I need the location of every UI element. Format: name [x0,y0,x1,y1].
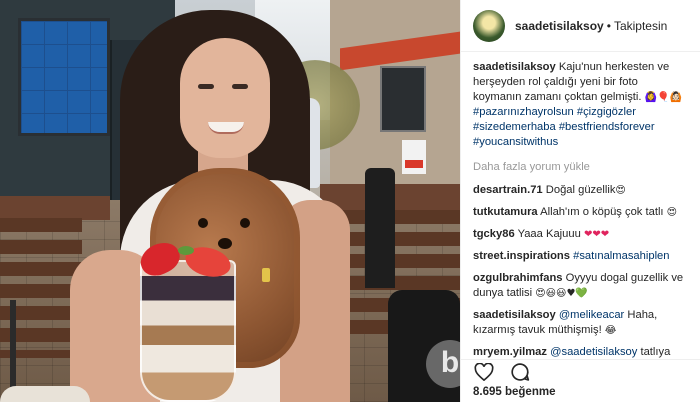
comment-emoji: 😍😃😃♥💚 [535,288,588,299]
comment: desartrain.71 Doğal güzellik😍 [473,183,688,198]
mint-leaf [178,246,194,255]
like-count[interactable]: 8.695 beğenme [461,383,700,402]
comment-username[interactable]: desartrain.71 [473,184,543,196]
comment-username[interactable]: mryem.yilmaz [473,346,547,358]
heart-icon[interactable] [473,361,495,383]
dog-collar-tag [262,268,270,282]
parfait-glass [140,260,236,402]
hashtag-link[interactable]: #youcansitwithus [473,136,558,148]
comment-username[interactable]: street.inspirations [473,250,570,262]
post-photo[interactable]: b [0,0,460,402]
caption-username[interactable]: saadetisilaksoy [473,61,556,73]
woman-eye-right [232,84,248,89]
header-username[interactable]: saadetisilaksoy [515,19,604,33]
hashtag-link[interactable]: #sizedemerhaba [473,121,556,133]
store-sign [380,66,426,132]
comment: tutkutamura Allah'ım o köpüş çok tatlı 😍 [473,205,688,220]
follow-status[interactable]: Takiptesin [614,19,667,33]
comment-emoji: 😍 [615,185,626,196]
dog-eye-right [240,218,250,228]
hashtag-link[interactable]: #satınalmasahiplen [573,250,669,262]
comment-text: Yaaa Kajuuu [514,228,584,240]
comment: mryem.yilmaz @saadetisilaksoy tatlıya do… [473,345,688,359]
hashtag-link[interactable]: #pazarınızhayrolsun [473,106,574,118]
comment-emoji: ❤❤❤ [583,229,610,240]
mention-link[interactable]: @saadetisilaksoy [550,346,637,358]
comment-emoji: 😍 [666,207,678,218]
comment: ozgulbrahimfans Oyyyu dogal guzellik ve … [473,271,688,301]
sale-sign-stripe [405,160,423,168]
load-more-comments[interactable]: Daha fazla yorum yükle [473,160,688,175]
hashtag-link[interactable]: #çizgigözler [577,106,636,118]
speech-bubble-icon[interactable] [509,361,531,383]
avatar[interactable] [473,9,505,42]
blue-window [18,18,110,136]
sale-sign [402,140,426,174]
mention-link[interactable]: @melikeacar [559,309,624,321]
hashtag-link[interactable]: #bestfriendsforever [559,121,655,133]
comment: saadetisilaksoy @melikeacar Haha, kızarm… [473,308,688,338]
lamp-post [365,168,395,288]
cafe-table-left [0,196,110,220]
header-text: saadetisilaksoy • Takiptesin [515,19,667,33]
woman-eye-left [198,84,214,89]
post-caption: saadetisilaksoy Kaju'nun herkesten ve he… [473,60,688,150]
header-separator: • [606,18,611,33]
comment: tgcky86 Yaaa Kajuuu ❤❤❤ [473,227,688,242]
coffee-cup [0,386,90,402]
caption-emojis: 🙆‍♀️🎈🙆🏻 [644,92,682,103]
dog-nose [218,238,232,249]
comment-username[interactable]: saadetisilaksoy [473,309,556,321]
comment-emoji: 😂 [604,325,617,336]
dog-eye-left [198,218,208,228]
action-bar [461,359,700,383]
post-side-panel: saadetisilaksoy • Takiptesin saadetisilaks… [460,0,700,402]
instagram-post: b saadetisilaksoy • Takiptesin saadetisila… [0,0,700,402]
comments-list[interactable]: saadetisilaksoy Kaju'nun herkesten ve he… [461,52,700,359]
comment-username[interactable]: tutkutamura [473,206,538,218]
woman-face [180,38,270,158]
comment-username[interactable]: tgcky86 [473,228,515,240]
post-header: saadetisilaksoy • Takiptesin [461,0,700,52]
comment: street.inspirations #satınalmasahiplen [473,249,688,264]
comment-text: Doğal güzellik [542,184,616,196]
comment-username[interactable]: ozgulbrahimfans [473,272,563,284]
comment-text: Allah'ım o köpüş çok tatlı [537,206,667,218]
